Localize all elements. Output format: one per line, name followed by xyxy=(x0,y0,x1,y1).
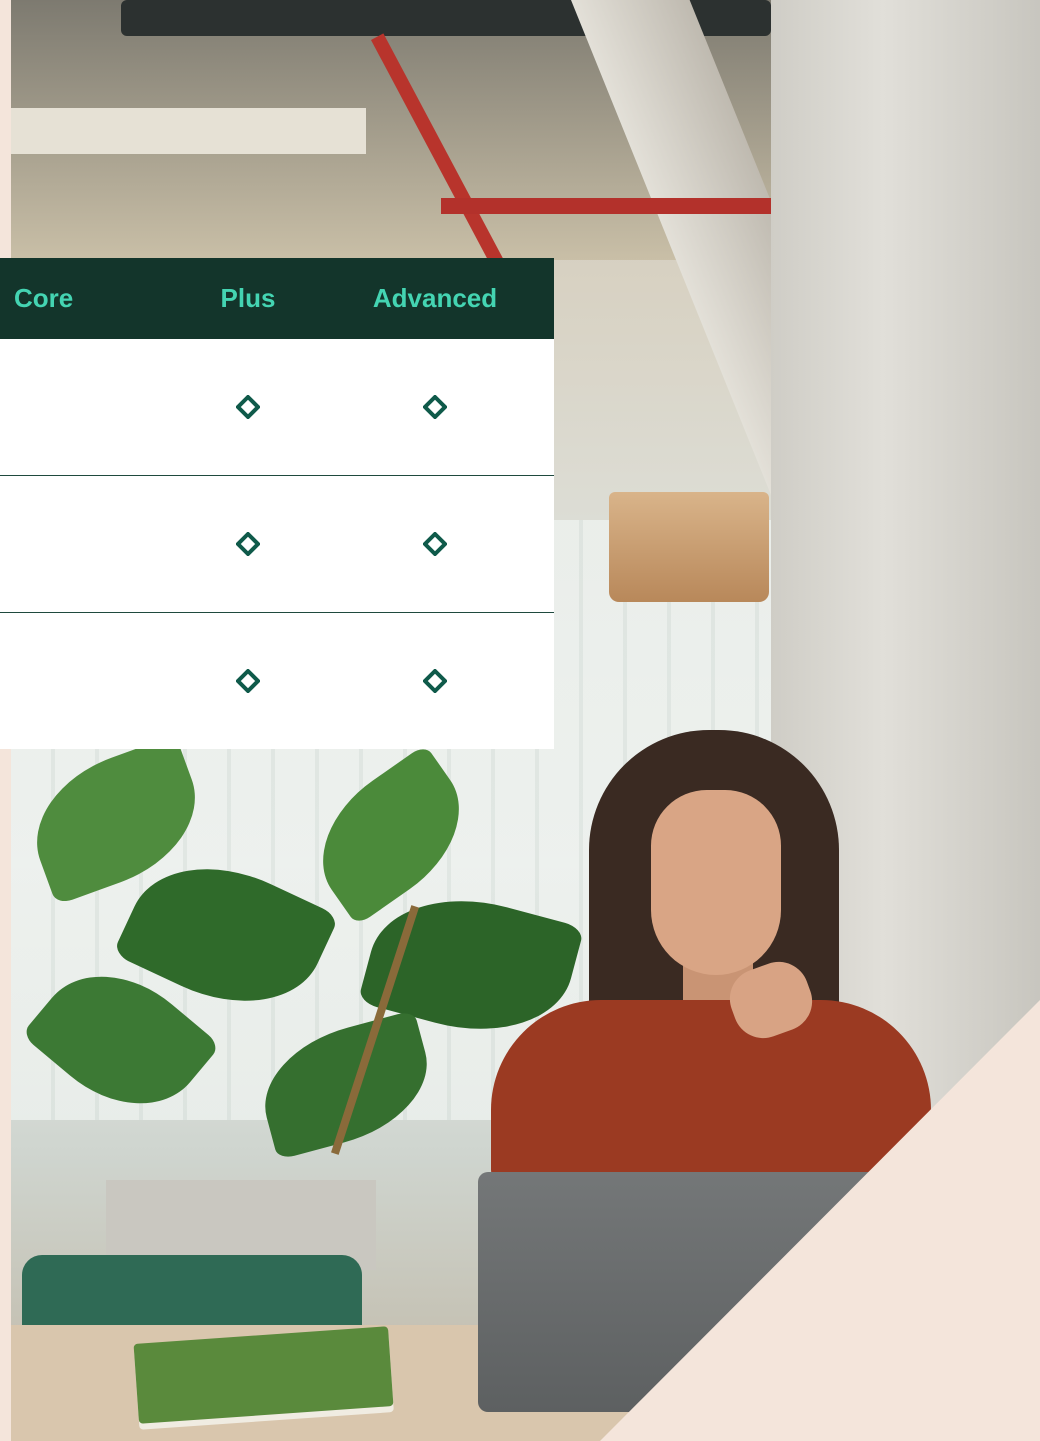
plan-feature-row xyxy=(0,476,554,613)
photo-pendant-lamp xyxy=(609,492,769,602)
plan-header-plus: Plus xyxy=(220,283,276,313)
diamond-check-icon xyxy=(236,532,260,556)
photo-person-shirt xyxy=(491,1000,931,1180)
photo-beam xyxy=(11,108,366,154)
plan-cell-advanced xyxy=(316,669,554,693)
diamond-check-icon xyxy=(423,395,447,419)
plan-feature-row xyxy=(0,613,554,749)
plan-cell-plus xyxy=(180,395,316,419)
plan-header-core: Core xyxy=(14,283,74,313)
plan-cell-plus xyxy=(180,532,316,556)
plan-feature-row xyxy=(0,339,554,476)
plan-cell-advanced xyxy=(316,395,554,419)
photo-chair xyxy=(22,1255,362,1330)
plan-cell-plus xyxy=(180,669,316,693)
plan-header-advanced: Advanced xyxy=(372,283,498,313)
plan-cell-advanced xyxy=(316,532,554,556)
diamond-check-icon xyxy=(423,669,447,693)
plan-comparison-table: Core Plus Advanced xyxy=(0,258,554,749)
photo-red-pipe-horizontal xyxy=(441,198,771,214)
plan-header-row: Core Plus Advanced xyxy=(0,258,554,339)
diamond-check-icon xyxy=(423,532,447,556)
diamond-check-icon xyxy=(236,395,260,419)
diamond-check-icon xyxy=(236,669,260,693)
photo-person-face xyxy=(651,790,781,975)
plan-feature-rows xyxy=(0,339,554,749)
